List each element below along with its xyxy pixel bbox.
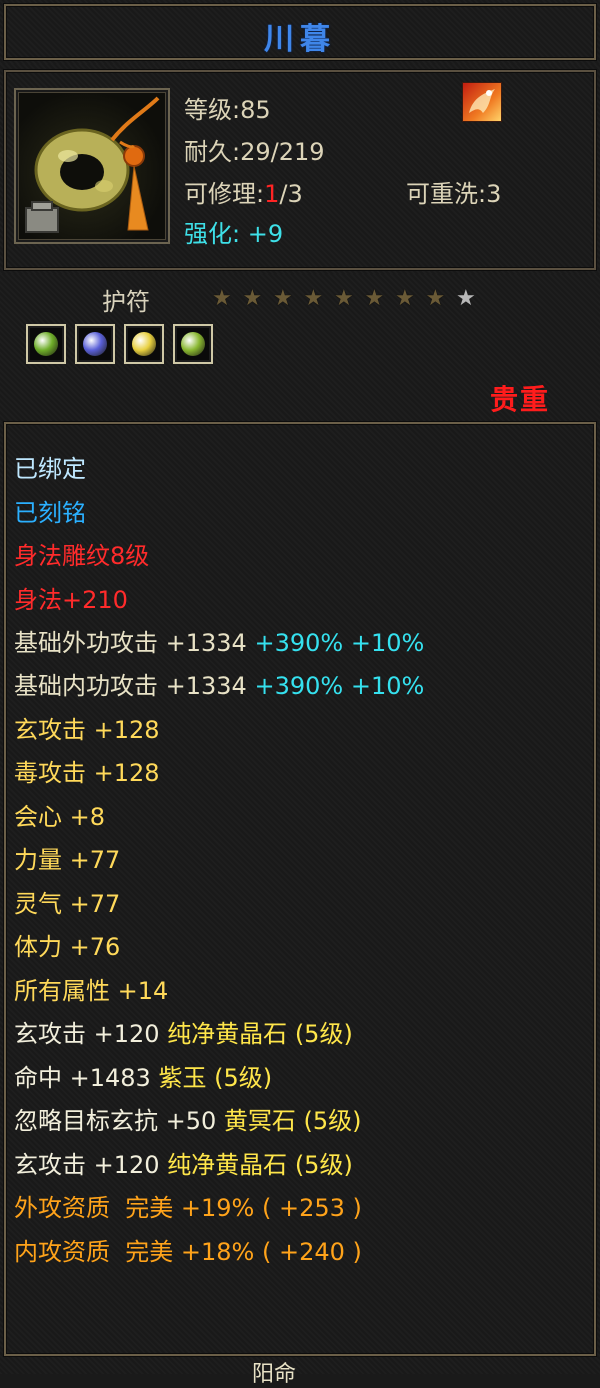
gem-line-stat: 玄攻击 +120 [14, 1151, 160, 1179]
gem-orb [132, 332, 156, 356]
outer-quality: 外攻资质 完美 +19% ( +253 ) [14, 1194, 362, 1222]
green-gem-icon[interactable] [26, 324, 66, 364]
outer-attack-pct1: +390% [254, 629, 344, 657]
gem-line-stat: 忽略目标玄抗 +50 [14, 1107, 217, 1135]
star-icon: ★ [395, 286, 415, 311]
star-icon: ★ [456, 286, 476, 311]
gem-line-gem: 纯净黄晶石 (5级) [167, 1151, 353, 1179]
gem-orb [181, 332, 205, 356]
gem-line-stat: 玄攻击 +120 [14, 1020, 160, 1048]
enhance-label: 强化: [184, 220, 241, 248]
rarity-label: 贵重 [490, 383, 551, 416]
item-type-label: 护符 [102, 288, 150, 316]
star-icon: ★ [425, 286, 446, 311]
gem-line-3: 忽略目标玄抗 +50 黄冥石 (5级) [14, 1106, 362, 1136]
outer-attack-line: 基础外功攻击 +1334 +390% +10% [14, 628, 424, 658]
gem-line-2: 命中 +1483 紫玉 (5级) [14, 1063, 272, 1093]
buff-icon-art [469, 89, 495, 113]
carving-level: 身法雕纹8级 [14, 542, 150, 570]
repair-used: 1 [264, 180, 280, 208]
xuan-attack: 玄攻击 +128 [14, 716, 160, 744]
dragon-buff-icon[interactable] [462, 82, 502, 122]
agility-bonus: 身法+210 [14, 586, 128, 614]
repair-total: /3 [279, 180, 303, 208]
repair-text: 可修理:1/3 [184, 174, 303, 209]
star-icon: ★ [212, 286, 232, 311]
star-icon: ★ [242, 286, 263, 311]
item-name: 川暮 [264, 22, 336, 57]
star-icon: ★ [273, 286, 293, 311]
gem-line-1: 玄攻击 +120 纯净黄晶石 (5级) [14, 1019, 353, 1049]
inner-attack-line: 基础内功攻击 +1334 +390% +10% [14, 671, 424, 701]
outer-attack-label: 基础外功攻击 +1334 [14, 629, 247, 657]
enhance-value: +9 [247, 220, 284, 248]
level-text: 等级:85 [184, 96, 271, 124]
enhance-text: 强化: +9 [184, 214, 283, 249]
gem-line-4: 玄攻击 +120 纯净黄晶石 (5级) [14, 1150, 353, 1180]
spirit-stat: 灵气 +77 [14, 890, 121, 918]
footer-text: 阳命 [252, 1362, 297, 1387]
strength-stat: 力量 +77 [14, 846, 121, 874]
yellow-gem-icon[interactable] [124, 324, 164, 364]
crit-stat: 会心 +8 [14, 803, 106, 831]
gem-line-gem: 紫玉 (5级) [158, 1064, 273, 1092]
inner-attack-label: 基础内功攻击 +1334 [14, 672, 247, 700]
star-icon: ★ [334, 286, 354, 311]
outer-attack-pct2: +10% [350, 629, 425, 657]
gem-orb [83, 332, 107, 356]
star-icon: ★ [303, 286, 324, 311]
inner-attack-pct1: +390% [254, 672, 344, 700]
item-icon-art [25, 96, 160, 233]
poison-attack: 毒攻击 +128 [14, 759, 160, 787]
rewash-text: 可重洗:3 [406, 180, 502, 208]
title-bar: 川暮 [0, 0, 600, 64]
jade-ring-pendant-icon[interactable] [14, 88, 170, 244]
stamina-stat: 体力 +76 [14, 933, 121, 961]
all-attributes-stat: 所有属性 +14 [14, 977, 169, 1005]
gem-line-gem: 纯净黄晶石 (5级) [167, 1020, 353, 1048]
gem-line-gem: 黄冥石 (5级) [223, 1107, 362, 1135]
bound-status: 已绑定 [14, 455, 86, 483]
purple-gem-icon[interactable] [75, 324, 115, 364]
gem-line-stat: 命中 +1483 [14, 1064, 151, 1092]
engraved-status: 已刻铭 [14, 499, 86, 527]
gem-orb [34, 332, 58, 356]
inner-quality: 内攻资质 完美 +18% ( +240 ) [14, 1238, 362, 1266]
durability-text: 耐久:29/219 [184, 138, 325, 166]
star-icon: ★ [364, 286, 385, 311]
repair-label: 可修理: [184, 180, 265, 208]
green-gem-icon[interactable] [173, 324, 213, 364]
inner-attack-pct2: +10% [350, 672, 425, 700]
